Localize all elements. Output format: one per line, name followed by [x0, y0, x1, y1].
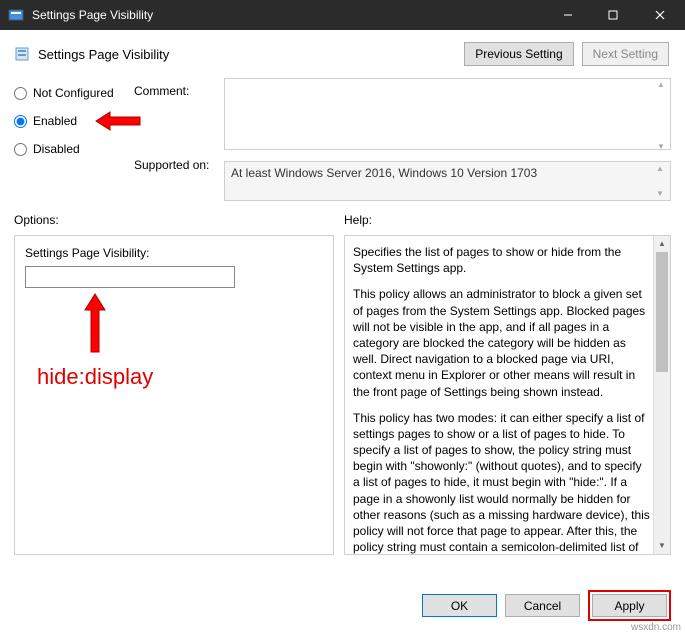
- previous-setting-button[interactable]: Previous Setting: [464, 42, 573, 66]
- visibility-field-label: Settings Page Visibility:: [25, 246, 323, 260]
- field-inputs: ▲▼ At least Windows Server 2016, Windows…: [224, 78, 671, 201]
- supported-scrollbar[interactable]: ▲▼: [652, 164, 668, 198]
- radio-not-configured[interactable]: [14, 87, 27, 100]
- supported-on-box: At least Windows Server 2016, Windows 10…: [224, 161, 671, 201]
- state-radios: Not Configured Enabled Disabled: [14, 78, 134, 201]
- help-paragraph-2: This policy allows an administrator to b…: [353, 286, 650, 399]
- annotation-text: hide:display: [37, 364, 153, 390]
- ok-button[interactable]: OK: [422, 594, 497, 617]
- comment-scrollbar[interactable]: ▲▼: [653, 80, 669, 151]
- setting-nav: Previous Setting Next Setting: [464, 42, 669, 66]
- apply-button[interactable]: Apply: [592, 594, 667, 617]
- panels: Settings Page Visibility: hide:display S…: [0, 231, 685, 555]
- scroll-up-icon[interactable]: ▲: [654, 236, 670, 252]
- config-area: Not Configured Enabled Disabled Comment:…: [0, 74, 685, 201]
- comment-input[interactable]: [224, 78, 671, 150]
- help-label: Help:: [344, 213, 372, 227]
- minimize-button[interactable]: [545, 0, 590, 30]
- field-labels: Comment: Supported on:: [134, 78, 224, 201]
- watermark: wsxdn.com: [629, 622, 683, 633]
- annotation-arrow-input: [83, 292, 107, 354]
- maximize-button[interactable]: [590, 0, 635, 30]
- policy-icon: [14, 46, 30, 62]
- scroll-down-icon[interactable]: ▼: [654, 538, 670, 554]
- help-panel: Specifies the list of pages to show or h…: [344, 235, 671, 555]
- page-title: Settings Page Visibility: [38, 47, 464, 62]
- radio-disabled[interactable]: [14, 143, 27, 156]
- next-setting-button: Next Setting: [582, 42, 669, 66]
- scroll-thumb[interactable]: [656, 252, 668, 372]
- radio-not-configured-label: Not Configured: [33, 86, 114, 100]
- comment-label: Comment:: [134, 84, 224, 98]
- annotation-apply-highlight: Apply: [588, 590, 671, 621]
- dialog-buttons: OK Cancel Apply: [422, 590, 671, 621]
- window-controls: [545, 0, 685, 30]
- annotation-arrow-enabled: [94, 110, 142, 132]
- supported-label: Supported on:: [134, 158, 224, 172]
- options-panel: Settings Page Visibility: hide:display: [14, 235, 334, 555]
- help-scrollbar[interactable]: ▲ ▼: [653, 236, 670, 554]
- app-icon: [8, 7, 24, 23]
- radio-enabled[interactable]: [14, 115, 27, 128]
- radio-disabled-label: Disabled: [33, 142, 80, 156]
- close-button[interactable]: [635, 0, 685, 30]
- cancel-button[interactable]: Cancel: [505, 594, 580, 617]
- header: Settings Page Visibility Previous Settin…: [0, 30, 685, 74]
- section-labels: Options: Help:: [0, 201, 685, 231]
- supported-on-text: At least Windows Server 2016, Windows 10…: [231, 166, 537, 180]
- help-paragraph-1: Specifies the list of pages to show or h…: [353, 244, 650, 276]
- help-paragraph-3: This policy has two modes: it can either…: [353, 410, 650, 555]
- options-label: Options:: [14, 213, 344, 227]
- titlebar: Settings Page Visibility: [0, 0, 685, 30]
- radio-enabled-label: Enabled: [33, 114, 77, 128]
- visibility-input[interactable]: [25, 266, 235, 288]
- window-title: Settings Page Visibility: [32, 8, 545, 22]
